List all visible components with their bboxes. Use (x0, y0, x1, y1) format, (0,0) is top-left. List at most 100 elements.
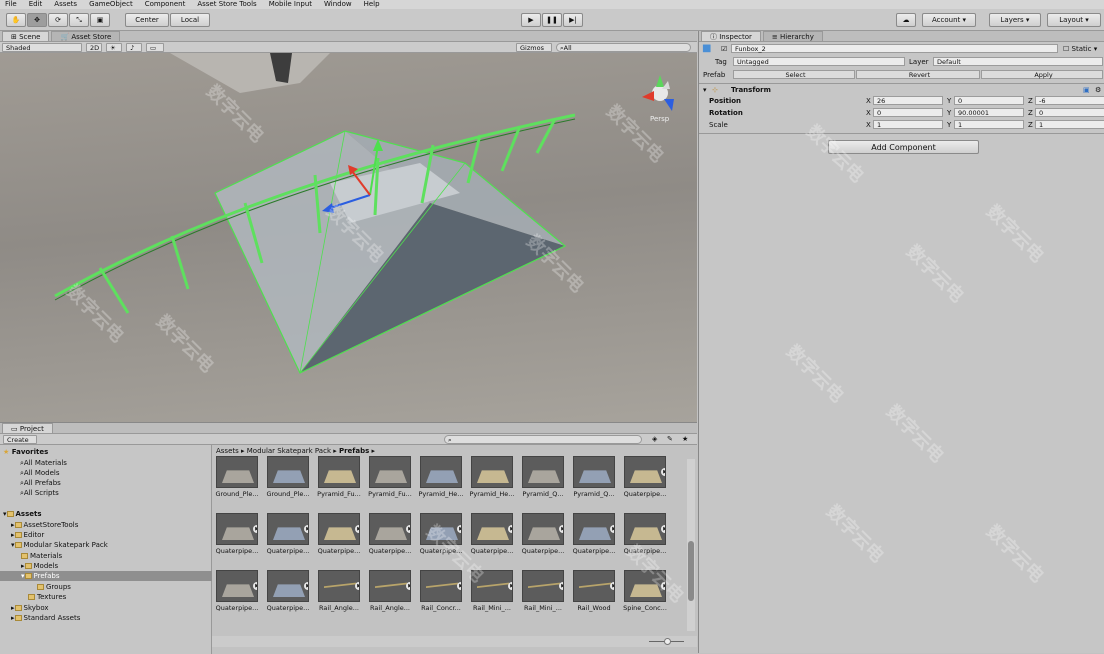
expand-arrow-icon[interactable]: ▶ (661, 582, 665, 590)
asset-item[interactable]: ▶ Quaterpipe... (314, 513, 364, 563)
expand-arrow-icon[interactable]: ▶ (355, 582, 359, 590)
hand-tool-button[interactable]: ✋ (6, 13, 26, 27)
menu-gameobject[interactable]: GameObject (89, 0, 133, 9)
menu-mobile-input[interactable]: Mobile Input (269, 0, 312, 9)
asset-item[interactable]: ▶ Quaterpipe... (620, 513, 670, 563)
menu-asset-store-tools[interactable]: Asset Store Tools (197, 0, 256, 9)
add-component-button[interactable]: Add Component (828, 140, 979, 154)
position-z-label[interactable]: Z (1028, 95, 1033, 107)
expand-arrow-icon[interactable]: ▶ (253, 525, 257, 533)
rotation-y-label[interactable]: Y (947, 107, 951, 119)
position-x-field[interactable]: 26 (873, 96, 943, 105)
expand-arrow-icon[interactable]: ▶ (304, 582, 308, 590)
rotation-z-field[interactable]: 0 (1035, 108, 1104, 117)
filter-label-icon[interactable]: ✎ (667, 435, 673, 443)
asset-item[interactable]: ▶ Rail_Wood (569, 570, 619, 620)
asset-item[interactable]: ▶ Quaterpipe... (416, 513, 466, 563)
position-y-field[interactable]: 0 (954, 96, 1024, 105)
tree-textures[interactable]: Textures (0, 592, 212, 602)
layers-dropdown[interactable]: Layers ▾ (989, 13, 1041, 27)
menu-component[interactable]: Component (145, 0, 186, 9)
transform-header[interactable]: ▾ ⊹ Transform ▣ ⚙ (699, 83, 1104, 95)
layer-dropdown[interactable]: Default (933, 57, 1103, 66)
effects-dropdown[interactable]: ▭ (146, 43, 164, 52)
slider-handle[interactable] (664, 638, 671, 645)
asset-item[interactable]: ▶ Quaterpipe... (467, 513, 517, 563)
menu-assets[interactable]: Assets (54, 0, 77, 9)
expand-arrow-icon[interactable]: ▶ (457, 525, 461, 533)
asset-item[interactable]: ▶ Quaterpipe... (569, 513, 619, 563)
tree-editor[interactable]: ▸ Editor (0, 530, 212, 540)
breadcrumb-skatepark[interactable]: Modular Skatepark Pack (247, 447, 331, 455)
rotation-x-label[interactable]: X (866, 107, 871, 119)
persp-label[interactable]: Persp (650, 115, 669, 123)
scale-x-field[interactable]: 1 (873, 120, 943, 129)
scale-z-label[interactable]: Z (1028, 119, 1033, 131)
scale-y-label[interactable]: Y (947, 119, 951, 131)
rotation-x-field[interactable]: 0 (873, 108, 943, 117)
filter-type-icon[interactable]: ◈ (652, 435, 657, 443)
asset-item[interactable]: ▶ Spine_Conc... (620, 570, 670, 620)
layout-dropdown[interactable]: Layout ▾ (1047, 13, 1101, 27)
asset-item[interactable]: ▶ Quaterpipe... (518, 513, 568, 563)
static-checkbox[interactable]: ☐ Static ▾ (1063, 43, 1097, 55)
scale-tool-button[interactable]: ⤡ (69, 13, 89, 27)
asset-item[interactable]: ▶ Rail_Mini_... (467, 570, 517, 620)
asset-item[interactable]: Pyramid_Q... (569, 456, 619, 506)
rotation-z-label[interactable]: Z (1028, 107, 1033, 119)
asset-item[interactable]: ▶ Quaterpipe... (212, 513, 262, 563)
tree-assets[interactable]: ▾ Assets (0, 509, 212, 519)
tree-skybox[interactable]: ▸ Skybox (0, 603, 212, 613)
rotate-tool-button[interactable]: ⟳ (48, 13, 68, 27)
cloud-button[interactable]: ☁ (896, 13, 916, 27)
audio-toggle[interactable]: ♪ (126, 43, 142, 52)
expand-arrow-icon[interactable]: ▶ (406, 582, 410, 590)
expand-arrow-icon[interactable]: ▶ (355, 525, 359, 533)
favorite-star-icon[interactable]: ★ (682, 435, 688, 443)
rect-tool-button[interactable]: ▣ (90, 13, 110, 27)
pivot-center-button[interactable]: Center (125, 13, 169, 27)
orientation-gizmo[interactable] (642, 75, 674, 111)
position-x-label[interactable]: X (866, 95, 871, 107)
breadcrumb-assets[interactable]: Assets (216, 447, 239, 455)
tab-asset-store[interactable]: 🛒 Asset Store (51, 31, 121, 41)
asset-item[interactable]: ▶ Rail_Concr... (416, 570, 466, 620)
menu-edit[interactable]: Edit (29, 0, 43, 9)
tree-prefabs[interactable]: ▾ Prefabs (0, 571, 212, 581)
expand-arrow-icon[interactable]: ▶ (253, 582, 257, 590)
active-checkbox[interactable]: ☑ (721, 43, 727, 55)
asset-item[interactable]: ▶ Quaterpipe... (263, 570, 313, 620)
play-button[interactable]: ▶ (521, 13, 541, 27)
fav-all-models[interactable]: ⌕All Models (0, 468, 212, 478)
asset-item[interactable]: Ground_Ple... (263, 456, 313, 506)
mode-2d-button[interactable]: 2D (86, 43, 102, 52)
pivot-local-button[interactable]: Local (170, 13, 210, 27)
asset-item[interactable]: Pyramid_Q... (518, 456, 568, 506)
tag-dropdown[interactable]: Untagged (733, 57, 905, 66)
position-y-label[interactable]: Y (947, 95, 951, 107)
tree-modular-skatepark-pack[interactable]: ▾ Modular Skatepark Pack (0, 540, 212, 550)
expand-arrow-icon[interactable]: ▶ (661, 525, 665, 533)
tree-materials[interactable]: Materials (0, 551, 212, 561)
fav-all-materials[interactable]: ⌕All Materials (0, 458, 212, 468)
asset-item[interactable]: Pyramid_He... (416, 456, 466, 506)
menu-help[interactable]: Help (364, 0, 380, 9)
expand-arrow-icon[interactable]: ▶ (559, 525, 563, 533)
asset-item[interactable]: ▶ Quaterpipe... (263, 513, 313, 563)
menu-window[interactable]: Window (324, 0, 352, 9)
step-button[interactable]: ▶| (563, 13, 583, 27)
scale-z-field[interactable]: 1 (1035, 120, 1104, 129)
expand-arrow-icon[interactable]: ▶ (610, 525, 614, 533)
shading-mode-dropdown[interactable]: Shaded (2, 43, 82, 52)
prefab-select-button[interactable]: Select (733, 70, 855, 79)
expand-arrow-icon[interactable]: ▶ (508, 582, 512, 590)
tree-favorites[interactable]: ★ Favorites (0, 447, 212, 457)
object-name-field[interactable]: Funbox_2 (731, 44, 1058, 53)
asset-item[interactable]: Pyramid_Fu... (314, 456, 364, 506)
tree-groups[interactable]: Groups (0, 582, 212, 592)
asset-item[interactable]: Pyramid_He... (467, 456, 517, 506)
asset-item[interactable]: Pyramid_Fu... (365, 456, 415, 506)
asset-item[interactable]: ▶ Quaterpipe... (212, 570, 262, 620)
asset-item[interactable]: ▶ Rail_Mini_... (518, 570, 568, 620)
move-tool-button[interactable]: ✥ (27, 13, 47, 27)
